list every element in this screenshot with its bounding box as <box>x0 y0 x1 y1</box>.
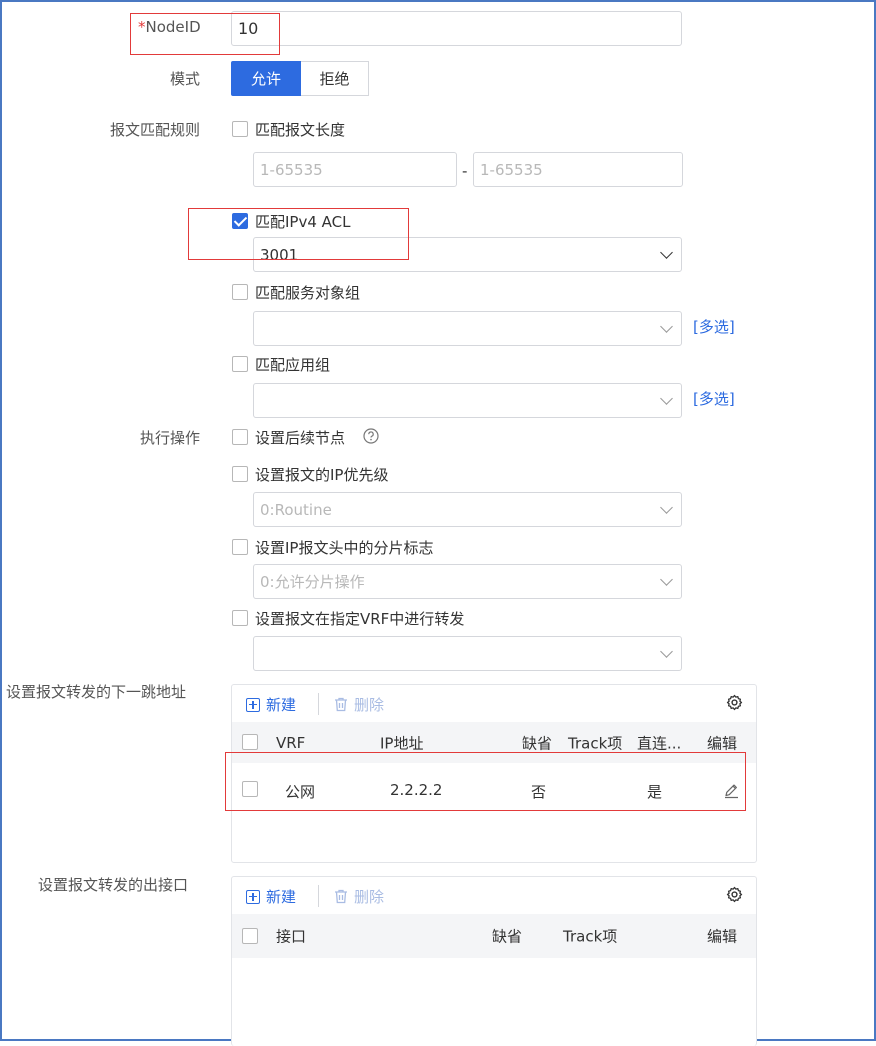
length-range-dash: - <box>462 162 468 180</box>
vrf-forward-select[interactable] <box>253 636 682 671</box>
gear-icon[interactable] <box>726 694 743 711</box>
app-group-select[interactable] <box>253 383 682 418</box>
next-hop-new-button[interactable]: 新建 <box>246 694 296 715</box>
chevron-down-icon <box>660 500 673 514</box>
ip-priority-label: 设置报文的IP优先级 <box>255 466 389 484</box>
chevron-down-icon <box>660 245 673 259</box>
column-header: 缺省 <box>492 927 523 946</box>
app-group-multi-select-link[interactable]: [多选] <box>693 388 735 409</box>
match-rules-label: 报文匹配规则 <box>109 121 200 139</box>
length-to-input[interactable]: 1-65535 <box>473 152 683 187</box>
match-length-label: 匹配报文长度 <box>255 121 346 139</box>
ip-priority-checkbox[interactable] <box>232 466 248 482</box>
column-header: 直连... <box>637 734 682 752</box>
select-all-checkbox[interactable] <box>242 928 258 944</box>
column-header: 接口 <box>276 927 307 946</box>
highlight-acl <box>188 208 409 260</box>
toolbar-divider <box>318 885 319 907</box>
toolbar-divider <box>318 693 319 715</box>
trash-icon <box>334 889 348 904</box>
highlight-node-id <box>130 13 280 55</box>
next-hop-delete-button[interactable]: 删除 <box>334 694 384 715</box>
length-from-input[interactable]: 1-65535 <box>253 152 457 187</box>
highlight-next-hop-row <box>225 752 746 811</box>
service-group-select[interactable] <box>253 311 682 346</box>
match-app-group-checkbox[interactable] <box>232 356 248 372</box>
column-header: Track项 <box>563 927 618 946</box>
vrf-forward-checkbox[interactable] <box>232 610 248 626</box>
match-service-group-label: 匹配服务对象组 <box>255 284 361 302</box>
gear-icon[interactable] <box>726 886 743 903</box>
plus-square-icon <box>246 889 260 904</box>
match-length-checkbox[interactable] <box>232 121 248 137</box>
next-hop-label: 设置报文转发的下一跳地址 <box>6 683 187 701</box>
out-interface-delete-button[interactable]: 删除 <box>334 886 384 907</box>
next-node-checkbox[interactable] <box>232 429 248 445</box>
select-all-checkbox[interactable] <box>242 734 258 750</box>
match-service-group-checkbox[interactable] <box>232 284 248 300</box>
column-header: 编辑 <box>707 734 738 752</box>
mode-deny-button[interactable]: 拒绝 <box>301 61 369 96</box>
out-interface-panel: 新建 删除 接口 缺省 Track项 编辑 <box>231 876 757 1046</box>
fragment-flag-select[interactable]: 0:允许分片操作 <box>253 564 682 599</box>
vrf-forward-label: 设置报文在指定VRF中进行转发 <box>255 610 465 628</box>
trash-icon <box>334 697 348 712</box>
column-header: IP地址 <box>380 734 424 752</box>
question-circle-icon[interactable] <box>363 428 379 444</box>
out-interface-new-button[interactable]: 新建 <box>246 886 296 907</box>
chevron-down-icon <box>660 319 673 333</box>
fragment-flag-checkbox[interactable] <box>232 539 248 555</box>
column-header: VRF <box>276 733 306 752</box>
node-id-input[interactable]: 10 <box>231 11 682 46</box>
ip-priority-select[interactable]: 0:Routine <box>253 492 682 527</box>
chevron-down-icon <box>660 644 673 658</box>
out-interface-table-header: 接口 缺省 Track项 编辑 <box>232 914 756 958</box>
mode-allow-button[interactable]: 允许 <box>231 61 301 96</box>
service-group-multi-select-link[interactable]: [多选] <box>693 316 735 337</box>
column-header: 缺省 <box>522 734 553 752</box>
plus-square-icon <box>246 697 260 712</box>
column-header: 编辑 <box>707 927 738 946</box>
column-header: Track项 <box>568 734 623 752</box>
match-app-group-label: 匹配应用组 <box>255 356 331 374</box>
mode-label: 模式 <box>169 70 200 88</box>
fragment-flag-label: 设置IP报文头中的分片标志 <box>255 539 434 557</box>
mode-segmented-control: 允许 拒绝 <box>231 61 369 96</box>
chevron-down-icon <box>660 572 673 586</box>
next-node-label: 设置后续节点 <box>255 429 346 447</box>
chevron-down-icon <box>660 391 673 405</box>
actions-label: 执行操作 <box>139 429 200 447</box>
out-interface-label: 设置报文转发的出接口 <box>38 876 189 894</box>
